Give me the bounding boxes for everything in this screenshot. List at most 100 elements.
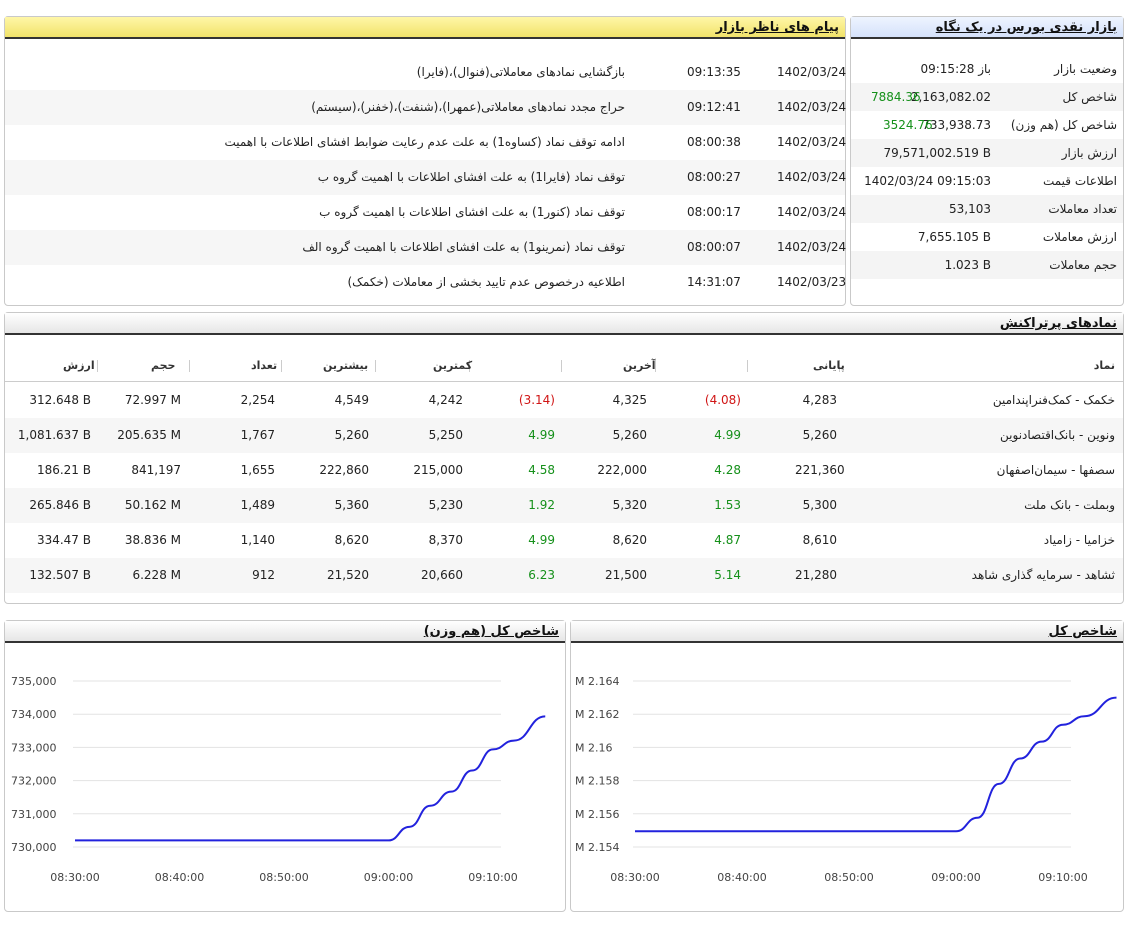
- message-time: 09:13:35: [687, 65, 741, 79]
- y-tick-label: 731,000: [11, 808, 57, 821]
- summary-value: 7,655.105 B: [917, 230, 991, 244]
- message-row[interactable]: 1402/03/24 08:00:38 ادامه توقف نماد (کسا…: [5, 125, 846, 160]
- summary-row: شاخص کل 2,163,082.02 7884.36: [851, 83, 1123, 111]
- cell-min: 5,250: [428, 428, 463, 442]
- cell-last-pct: (3.14): [518, 393, 555, 407]
- cell-count: 1,655: [240, 463, 275, 477]
- summary-value: باز 09:15:28: [920, 62, 991, 76]
- cell-symbol[interactable]: وبملت - بانک ملت: [1024, 488, 1115, 523]
- table-row[interactable]: ونوین - بانک‌اقتصادنوین 5,260 4.99 5,260…: [5, 418, 1123, 453]
- x-tick-label: 08:40:00: [155, 871, 204, 884]
- cell-symbol[interactable]: ثشاهد - سرمایه گذاری شاهد: [972, 558, 1115, 593]
- col-header-symbol[interactable]: نماد: [1094, 351, 1115, 381]
- cell-symbol[interactable]: خزامیا - زامیاد: [1044, 523, 1115, 558]
- y-tick-label: M 2.162: [575, 708, 619, 721]
- message-time: 08:00:38: [687, 135, 741, 149]
- summary-value: 53,103: [949, 202, 991, 216]
- cell-volume: 50.162 M: [124, 498, 181, 512]
- cell-value: 334.47 B: [36, 533, 91, 547]
- cell-min: 4,242: [428, 393, 463, 407]
- cell-last: 5,320: [612, 498, 647, 512]
- y-tick-label: 730,000: [11, 841, 57, 854]
- summary-label: ارزش معاملات: [1042, 230, 1117, 244]
- col-separator: [375, 360, 376, 372]
- cell-symbol[interactable]: ونوین - بانک‌اقتصادنوین: [1000, 418, 1115, 453]
- cell-last-pct: 4.99: [528, 428, 555, 442]
- col-separator: [189, 360, 190, 372]
- x-tick-label: 08:30:00: [610, 871, 659, 884]
- cell-value: 186.21 B: [36, 463, 91, 477]
- cell-min: 5,230: [428, 498, 463, 512]
- cell-last: 4,325: [612, 393, 647, 407]
- series-line: [635, 696, 1117, 833]
- table-row[interactable]: خزامیا - زامیاد 8,610 4.87 8,620 4.99 8,…: [5, 523, 1123, 558]
- table-row[interactable]: سصفها - سیمان‌اصفهان 221,360 4.28 222,00…: [5, 453, 1123, 488]
- message-date: 1402/03/24: [777, 100, 847, 114]
- cell-close-pct: 4.87: [714, 533, 741, 547]
- cell-close: 8,610: [802, 533, 837, 547]
- table-row[interactable]: وبملت - بانک ملت 5,300 1.53 5,320 1.92 5…: [5, 488, 1123, 523]
- table-row[interactable]: ثشاهد - سرمایه گذاری شاهد 21,280 5.14 21…: [5, 558, 1123, 593]
- table-header-row: نماد پایانی آخرین کمترین بیشترین تعداد ح…: [5, 351, 1123, 382]
- col-header-last[interactable]: آخرین: [623, 351, 656, 381]
- col-header-volume[interactable]: حجم: [151, 351, 175, 381]
- y-tick-label: 733,000: [11, 741, 57, 754]
- message-text: بازگشایی نمادهای معاملاتی(فنوال)،(فایرا): [416, 65, 625, 79]
- summary-change: 7884.36: [871, 90, 921, 104]
- overall-chart-header: شاخص کل: [571, 621, 1123, 643]
- summary-label: تعداد معاملات: [1048, 202, 1117, 216]
- cell-count: 2,254: [240, 393, 275, 407]
- x-tick-label: 08:30:00: [50, 871, 99, 884]
- message-date: 1402/03/24: [777, 205, 847, 219]
- message-date: 1402/03/23: [777, 275, 847, 289]
- message-time: 08:00:27: [687, 170, 741, 184]
- col-header-close[interactable]: پایانی: [813, 351, 845, 381]
- cell-count: 1,767: [240, 428, 275, 442]
- message-time: 08:00:07: [687, 240, 741, 254]
- cell-close-pct: 4.99: [714, 428, 741, 442]
- summary-row: ارزش معاملات 7,655.105 B: [851, 223, 1123, 251]
- message-row[interactable]: 1402/03/24 08:00:17 توقف نماد (کنور1) به…: [5, 195, 847, 230]
- col-separator: [747, 360, 748, 372]
- cell-close: 221,360: [795, 463, 845, 477]
- message-row[interactable]: 1402/03/24 09:13:35 بازگشایی نمادهای معا…: [5, 55, 846, 90]
- summary-row: اطلاعات قیمت 1402/03/24 09:15:03: [851, 167, 1123, 195]
- cell-max: 5,360: [334, 498, 369, 512]
- table-body: خکمک - کمک‌فنراپندامین 4,283 (4.08) 4,32…: [5, 383, 1123, 595]
- summary-label: حجم معاملات: [1049, 258, 1117, 272]
- top-symbols-header: نمادهای پرتراکنش: [5, 313, 1123, 335]
- cell-max: 21,520: [327, 568, 369, 582]
- y-tick-label: M 2.156: [575, 808, 619, 821]
- cell-close-pct: 4.28: [714, 463, 741, 477]
- cell-value: 265.846 B: [29, 498, 91, 512]
- summary-header: بازار نقدی بورس در یک نگاه: [851, 17, 1123, 39]
- cell-close: 4,283: [802, 393, 837, 407]
- message-row[interactable]: 1402/03/23 14:31:07 اطلاعیه درخصوص عدم ت…: [5, 265, 847, 300]
- cell-last-pct: 4.58: [528, 463, 555, 477]
- overall-index-chart-panel: شاخص کل M 2.154 M 2.156 M 2.158 M 2.16 M 2.1…: [570, 620, 1124, 912]
- summary-label: ارزش بازار: [1061, 146, 1117, 160]
- message-row[interactable]: 1402/03/24 08:00:07 توقف نماد (نمرینو1) …: [5, 230, 846, 265]
- messages-panel: پیام های ناظر بازار 1402/03/24 09:13:35 …: [4, 16, 846, 306]
- x-tick-label: 09:10:00: [1038, 871, 1087, 884]
- summary-label: شاخص کل (هم وزن): [1010, 118, 1117, 132]
- equal-weight-index-chart-panel: شاخص کل (هم وزن) 730,000 731,000 732,000 73…: [4, 620, 566, 912]
- col-header-min[interactable]: کمترین: [433, 351, 472, 381]
- col-header-max[interactable]: بیشترین: [323, 351, 368, 381]
- message-time: 09:12:41: [687, 100, 741, 114]
- message-row[interactable]: 1402/03/24 09:12:41 حراج مجدد نمادهای مع…: [5, 90, 847, 125]
- cell-symbol[interactable]: خکمک - کمک‌فنراپندامین: [993, 383, 1115, 418]
- summary-row: حجم معاملات 1.023 B: [851, 251, 1123, 279]
- message-row[interactable]: 1402/03/24 08:00:27 توقف نماد (فایرا1) ب…: [5, 160, 846, 195]
- cell-symbol[interactable]: سصفها - سیمان‌اصفهان: [997, 453, 1115, 488]
- table-row[interactable]: خکمک - کمک‌فنراپندامین 4,283 (4.08) 4,32…: [5, 383, 1123, 418]
- col-header-count[interactable]: تعداد: [251, 351, 277, 381]
- y-tick-label: 734,000: [11, 708, 57, 721]
- cell-max: 222,860: [319, 463, 369, 477]
- cell-max: 5,260: [334, 428, 369, 442]
- summary-value: 1402/03/24 09:15:03: [864, 174, 991, 188]
- x-tick-label: 09:00:00: [931, 871, 980, 884]
- messages-header: پیام های ناظر بازار: [5, 17, 845, 39]
- col-header-value[interactable]: ارزش: [63, 351, 95, 381]
- cell-last-pct: 6.23: [528, 568, 555, 582]
